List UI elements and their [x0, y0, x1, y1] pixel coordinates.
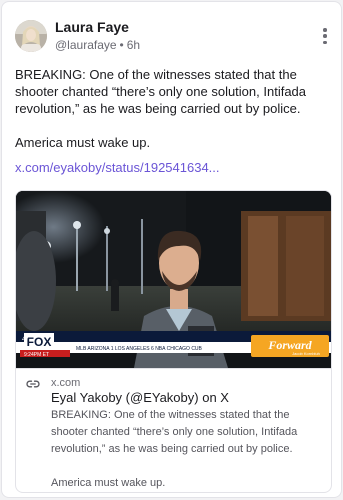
forward-logo: Forward: [267, 338, 312, 352]
link-icon: [26, 380, 40, 388]
more-vertical-icon[interactable]: [321, 28, 329, 44]
meta-separator: •: [119, 38, 124, 52]
ticker-text: MLB ARIZONA 1 LOS ANGELES 6 NBA CHICAGO …: [76, 346, 203, 352]
link-preview-description-paragraph: America must wake up.: [51, 477, 166, 489]
fox-logo: FOX: [27, 335, 52, 349]
post-body-paragraph: America must wake up.: [15, 135, 151, 150]
author-name[interactable]: Laura Faye: [55, 19, 129, 35]
link-preview-domain: x.com: [51, 377, 81, 389]
link-preview-title[interactable]: Eyal Yakoby (@EYakoby) on X: [51, 390, 229, 405]
channel-text: 47: [22, 337, 29, 343]
avatar[interactable]: [15, 20, 47, 52]
avatar-image: [15, 20, 47, 52]
link-preview-card[interactable]: FOX 47 9:24PM ET MLB ARIZONA 1 LOS ANGEL…: [15, 190, 332, 493]
post-meta: @laurafaye • 6h: [55, 38, 140, 52]
broadcast-time: 9:24PM ET: [24, 352, 49, 358]
post-time[interactable]: 6h: [127, 38, 140, 52]
link-preview-description-paragraph: BREAKING: One of the witnesses stated th…: [51, 409, 298, 455]
more-dot: [323, 28, 327, 32]
author-handle[interactable]: @laurafaye: [55, 38, 117, 52]
link-preview-description: BREAKING: One of the witnesses stated th…: [51, 407, 323, 492]
post-body: BREAKING: One of the witnesses stated th…: [15, 66, 333, 151]
forward-sub: Jacob Kornbluh: [292, 351, 320, 356]
more-dot: [323, 40, 327, 44]
link-preview-thumbnail: FOX 47 9:24PM ET MLB ARIZONA 1 LOS ANGEL…: [16, 191, 331, 368]
more-dot: [323, 34, 327, 38]
link-preview-info: x.com Eyal Yakoby (@EYakoby) on X BREAKI…: [16, 368, 331, 492]
post-link[interactable]: x.com/eyakoby/status/192541634...: [15, 160, 220, 175]
post-card: Laura Faye @laurafaye • 6h BREAKING: One o…: [1, 1, 342, 498]
post-body-paragraph: BREAKING: One of the witnesses stated th…: [15, 67, 307, 116]
video-frame-image: FOX 47 9:24PM ET MLB ARIZONA 1 LOS ANGEL…: [16, 191, 331, 368]
